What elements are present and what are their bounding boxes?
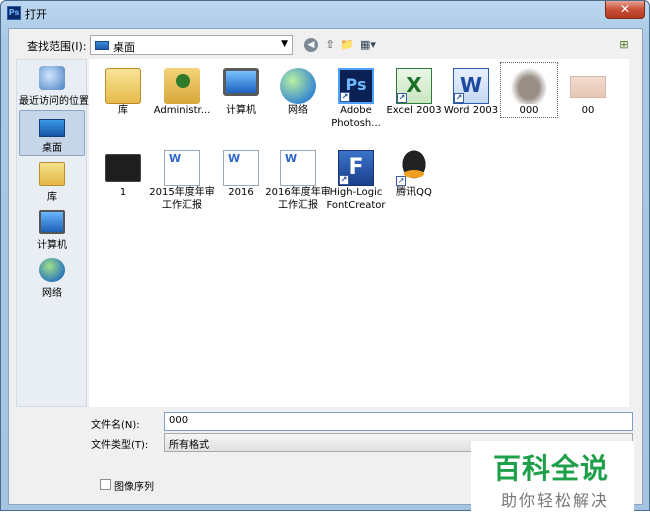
back-button[interactable]: ◀ (304, 38, 318, 52)
filename-input[interactable]: 000 (164, 412, 633, 431)
photoshop-app-icon: Ps (7, 6, 21, 20)
places-bar: 最近访问的位置 桌面 库 计算机 网络 (16, 59, 89, 407)
place-label: 计算机 (37, 240, 67, 251)
elephant-image-icon (511, 68, 547, 104)
black-image-icon (105, 154, 141, 182)
view-menu-button[interactable]: ▦▾ (357, 37, 379, 53)
file-name: 00 (581, 105, 595, 116)
wps-glyph: W (169, 152, 182, 165)
fontcreator-glyph: F (348, 155, 364, 180)
shortcut-arrow-icon: ↗ (454, 93, 464, 103)
add-place-button[interactable]: ⊞ (616, 37, 632, 53)
shortcut-arrow-icon: ↗ (339, 175, 349, 185)
lookin-dropdown[interactable]: 桌面 ▼ (90, 35, 293, 55)
excel-icon: X ↗ (396, 68, 432, 104)
computer-icon (39, 210, 65, 234)
title-bar: Ps 打开 ✕ (1, 1, 649, 27)
place-library[interactable]: 库 (19, 158, 85, 204)
recent-places-icon (39, 66, 65, 90)
place-computer[interactable]: 计算机 (19, 206, 85, 252)
wps-glyph: W (285, 152, 298, 165)
library-icon (105, 68, 141, 104)
wps-document-icon: W (280, 150, 316, 186)
place-desktop[interactable]: 桌面 (19, 110, 85, 156)
open-dialog: Ps 打开 ✕ 查找范围(I): 桌面 ▼ ◀ ⇧ 📁 ▦▾ ⊞ 最近访问的位置… (0, 0, 650, 515)
shortcut-arrow-icon: ↗ (396, 176, 406, 186)
place-label: 桌面 (42, 143, 62, 154)
wps-glyph: W (228, 152, 241, 165)
file-name: 腾讯QQ (396, 187, 432, 198)
dialog-body: 查找范围(I): 桌面 ▼ ◀ ⇧ 📁 ▦▾ ⊞ 最近访问的位置 桌面 库 计算… (8, 28, 643, 515)
watermark: 百科全说 助你轻松解决 (471, 441, 634, 515)
wps-document-icon: W (164, 150, 200, 186)
qq-icon: ↗ (396, 150, 432, 186)
library-icon (39, 162, 65, 186)
desktop-icon (95, 41, 109, 50)
filename-label: 文件名(N): (91, 420, 140, 431)
close-button[interactable]: ✕ (605, 1, 645, 19)
place-recent[interactable]: 最近访问的位置 (19, 62, 89, 108)
file-list: 库 Administr... 计算机 网络 Ps ↗ Adobe Photosh.… (89, 59, 629, 407)
photoshop-icon: Ps ↗ (338, 68, 374, 104)
computer-icon (223, 68, 259, 96)
wps-document-icon: W (223, 150, 259, 186)
watermark-title: 百科全说 (493, 452, 610, 485)
image-sequence-checkbox[interactable] (100, 479, 111, 490)
word-icon: W ↗ (453, 68, 489, 104)
place-label: 库 (47, 192, 57, 203)
network-icon (39, 258, 65, 282)
excel-glyph: X (406, 73, 422, 97)
fontcreator-icon: F ↗ (338, 150, 374, 186)
photo-image-icon (570, 76, 606, 98)
place-network[interactable]: 网络 (19, 254, 85, 300)
desktop-icon (39, 119, 65, 137)
dialog-title: 打开 (25, 8, 47, 21)
watermark-subtitle: 助你轻松解决 (501, 491, 610, 510)
shortcut-arrow-icon: ↗ (340, 92, 350, 102)
shortcut-arrow-icon: ↗ (397, 93, 407, 103)
network-icon (280, 68, 316, 104)
lookin-value: 桌面 (113, 41, 135, 54)
chevron-down-icon: ▼ (281, 39, 288, 49)
user-folder-icon (164, 68, 200, 104)
lookin-label: 查找范围(I): (27, 40, 87, 53)
up-folder-button[interactable]: ⇧ (322, 37, 338, 53)
image-sequence-label: 图像序列 (114, 482, 154, 493)
filetype-label: 文件类型(T): (91, 440, 149, 451)
place-label: 网络 (42, 288, 62, 299)
new-folder-button[interactable]: 📁 (339, 37, 355, 53)
place-label: 最近访问的位置 (19, 96, 89, 107)
